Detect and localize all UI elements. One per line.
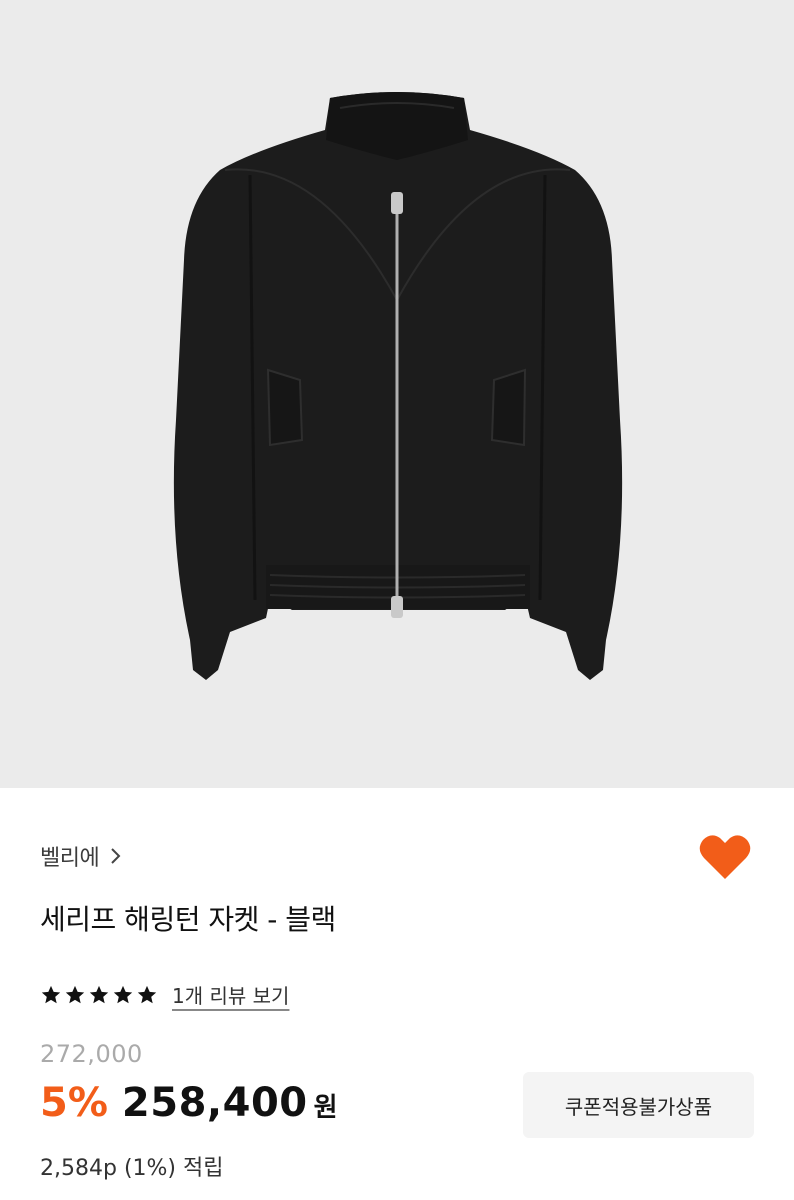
discount-rate: 5% <box>40 1080 108 1126</box>
rating-row: 1개 리뷰 보기 <box>40 980 289 1009</box>
product-image[interactable] <box>0 0 794 788</box>
star-icon <box>65 985 85 1003</box>
currency-unit: 원 <box>313 1093 338 1123</box>
product-title: 세리프 해링턴 자켓 - 블랙 <box>40 903 336 936</box>
original-price: 272,000 <box>40 1040 143 1068</box>
star-icon <box>137 985 157 1003</box>
heart-icon[interactable] <box>698 832 752 882</box>
coupon-button[interactable]: 쿠폰적용불가상품 <box>523 1072 754 1138</box>
points-info: 2,584p (1%) 적립 <box>40 1156 224 1181</box>
star-icon <box>41 985 61 1003</box>
sale-price: 258,400 <box>121 1080 308 1126</box>
jacket-illustration <box>173 92 623 680</box>
star-icon <box>113 985 133 1003</box>
chevron-right-icon <box>111 848 121 864</box>
price-row: 5% 258,400 원 <box>40 1080 338 1126</box>
review-link[interactable]: 1개 리뷰 보기 <box>172 980 289 1009</box>
star-icon <box>89 985 109 1003</box>
product-info-panel: 벨리에 세리프 해링턴 자켓 - 블랙 1개 리뷰 보기 272,000 5% … <box>0 788 794 1200</box>
brand-name: 벨리에 <box>40 846 100 871</box>
star-rating <box>40 984 158 1006</box>
brand-link[interactable]: 벨리에 <box>40 840 123 872</box>
